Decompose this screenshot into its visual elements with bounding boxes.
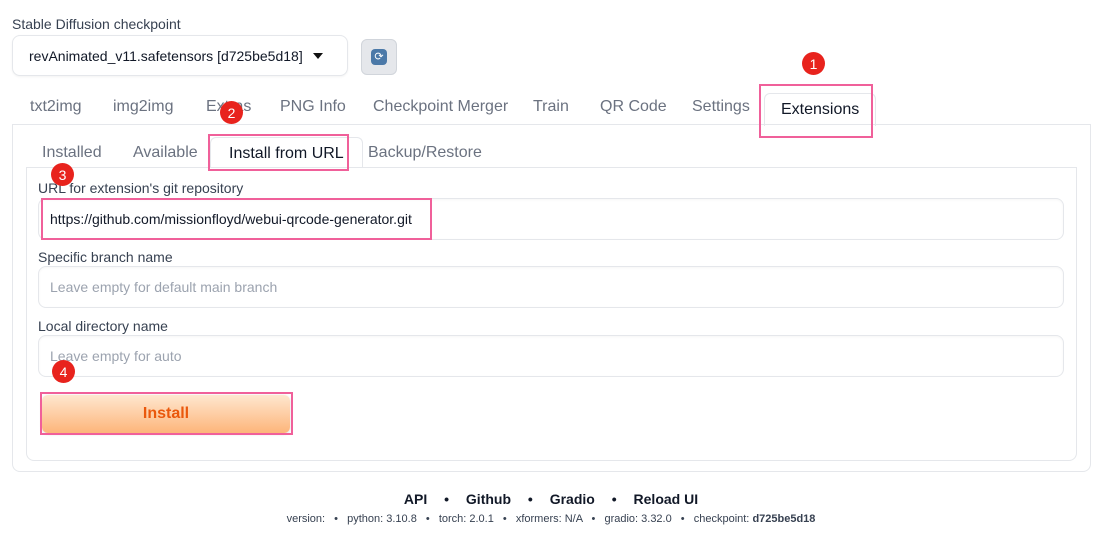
subtab-install-from-url[interactable]: Install from URL <box>210 137 363 168</box>
tab-extensions[interactable]: Extensions <box>764 93 877 126</box>
step-badge-3: 3 <box>51 163 74 186</box>
checkpoint-label: Stable Diffusion checkpoint <box>12 16 181 32</box>
tab-qr-code[interactable]: QR Code <box>600 98 667 116</box>
git-url-input[interactable] <box>38 198 1064 240</box>
tab-img2img[interactable]: img2img <box>113 98 173 116</box>
refresh-icon: ⟳ <box>371 49 387 65</box>
checkpoint-hash: d725be5d18 <box>752 513 816 525</box>
footer-links: API • Github • Gradio • Reload UI <box>403 491 699 507</box>
tab-train[interactable]: Train <box>533 98 569 116</box>
step-badge-1: 1 <box>802 52 825 75</box>
subtab-available[interactable]: Available <box>133 144 198 162</box>
step-badge-2: 2 <box>220 101 243 124</box>
footer-link-reload-ui[interactable]: Reload UI <box>634 491 699 507</box>
subtab-installed[interactable]: Installed <box>42 144 102 162</box>
tab-checkpoint-merger[interactable]: Checkpoint Merger <box>373 98 508 116</box>
version-info: version: • python: 3.10.8 • torch: 2.0.1… <box>286 513 816 525</box>
xformers-version: xformers: N/A <box>515 513 583 525</box>
main-tab-bar: txt2img img2img Extras PNG Info Checkpoi… <box>12 90 1091 126</box>
install-button[interactable]: Install <box>42 395 290 433</box>
tab-png-info[interactable]: PNG Info <box>280 98 346 116</box>
tab-settings[interactable]: Settings <box>692 98 750 116</box>
torch-version: torch: 2.0.1 <box>438 513 494 525</box>
tab-txt2img[interactable]: txt2img <box>30 98 82 116</box>
checkpoint-dropdown[interactable]: revAnimated_v11.safetensors [d725be5d18] <box>12 35 348 76</box>
gradio-version: gradio: 3.32.0 <box>604 513 672 525</box>
branch-label: Specific branch name <box>38 249 173 265</box>
footer-link-gradio[interactable]: Gradio <box>550 491 595 507</box>
branch-name-input[interactable] <box>38 266 1064 308</box>
directory-name-input[interactable] <box>38 335 1064 377</box>
refresh-checkpoint-button[interactable]: ⟳ <box>361 39 397 75</box>
chevron-down-icon <box>313 52 323 59</box>
subtab-backup-restore[interactable]: Backup/Restore <box>368 144 482 162</box>
footer-link-api[interactable]: API <box>404 491 427 507</box>
version-label: version: <box>286 513 326 525</box>
checkpoint-value: revAnimated_v11.safetensors [d725be5d18] <box>29 47 303 64</box>
directory-label: Local directory name <box>38 318 168 334</box>
step-badge-4: 4 <box>52 360 75 383</box>
checkpoint-info-label: checkpoint: <box>693 513 750 525</box>
python-version: python: 3.10.8 <box>347 513 417 525</box>
footer-link-github[interactable]: Github <box>466 491 511 507</box>
